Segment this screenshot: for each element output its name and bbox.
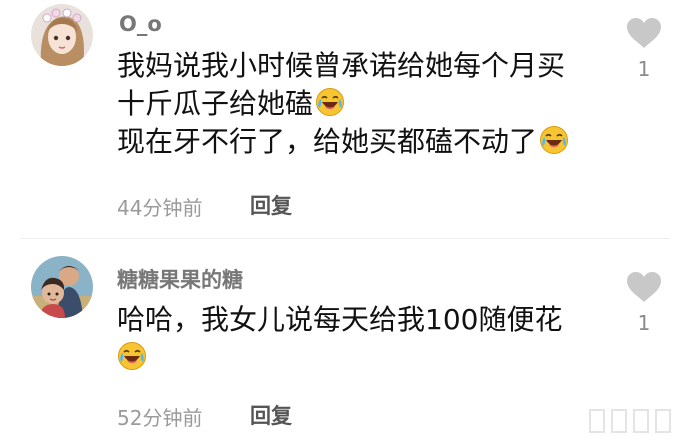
heart-icon[interactable]: [626, 17, 662, 49]
comment-time: 52分钟前: [117, 406, 203, 430]
laughing-crying-emoji: [539, 125, 569, 155]
watermark: [589, 409, 671, 433]
reply-button[interactable]: 回复: [250, 400, 292, 430]
comment-time: 44分钟前: [117, 196, 203, 220]
like-count: 1: [637, 311, 651, 335]
username[interactable]: 糖糖果果的糖: [117, 264, 243, 294]
avatar[interactable]: [31, 256, 93, 318]
reply-button[interactable]: 回复: [250, 190, 292, 220]
comment-text-line: 现在牙不行了，给她买都磕不动了: [117, 123, 569, 161]
divider: [20, 238, 670, 239]
comment-text-line: 我妈说我小时候曾承诺给她每个月买: [117, 49, 566, 82]
username[interactable]: O_o: [119, 12, 162, 36]
laughing-crying-emoji: [117, 341, 147, 371]
comment-text: 我妈说我小时候曾承诺给她每个月买 十斤瓜子给她磕 现在牙不行了，给她买都磕不动了: [117, 47, 569, 161]
avatar[interactable]: [31, 4, 93, 66]
comment-text-line: [117, 339, 562, 377]
comment-text-line: 哈哈，我女儿说每天给我100随便花: [117, 303, 563, 336]
like-count: 1: [637, 57, 651, 81]
heart-icon[interactable]: [626, 271, 662, 303]
comment-text-line: 十斤瓜子给她磕: [117, 85, 569, 123]
laughing-crying-emoji: [315, 87, 345, 117]
comment-text: 哈哈，我女儿说每天给我100随便花: [117, 301, 562, 377]
